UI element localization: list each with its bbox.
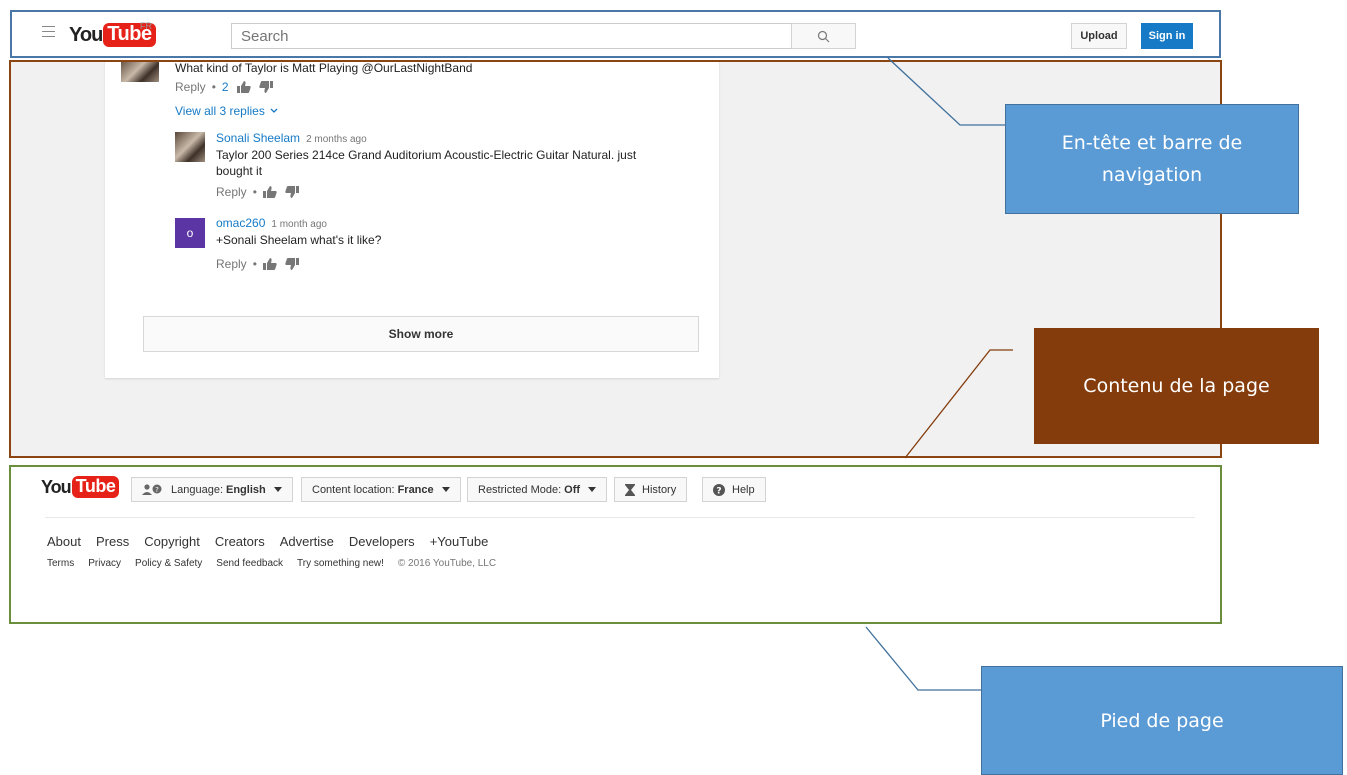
restricted-label: Restricted Mode: <box>478 483 562 496</box>
svg-text:?: ? <box>716 486 721 496</box>
footer-link-privacy[interactable]: Privacy <box>88 558 121 569</box>
language-picker-button[interactable]: ? Language: English <box>131 477 293 502</box>
logo-you-text: You <box>41 476 72 497</box>
caret-down-icon <box>273 487 282 492</box>
content-callout-label: Contenu de la page <box>1034 328 1319 444</box>
language-value: English <box>226 483 266 496</box>
logo-tube-text: Tube <box>71 476 120 498</box>
chevron-down-icon <box>270 108 278 113</box>
footer-link-creators[interactable]: Creators <box>215 534 265 549</box>
language-people-icon: ? <box>142 483 164 496</box>
reply-time[interactable]: 2 months ago <box>306 134 367 145</box>
view-replies-label: View all 3 replies <box>175 104 265 118</box>
view-all-replies-link[interactable]: View all 3 replies <box>175 104 278 118</box>
reply-author[interactable]: Sonali Sheelam <box>216 131 300 145</box>
show-more-button[interactable]: Show more <box>143 316 699 352</box>
footer-primary-links: About Press Copyright Creators Advertise… <box>47 534 503 549</box>
location-value: France <box>397 483 434 496</box>
footer-link-advertise[interactable]: Advertise <box>280 534 334 549</box>
comment-actions: Reply • 2 <box>175 80 281 94</box>
comments-card: What kind of Taylor is Matt Playing @Our… <box>105 61 719 378</box>
reply-actions: Reply • <box>216 185 307 199</box>
footer-link-about[interactable]: About <box>47 534 81 549</box>
help-question-icon: ? <box>713 483 725 496</box>
like-count: 2 <box>221 80 229 94</box>
reply-avatar-letter[interactable]: o <box>175 218 205 248</box>
reply-time[interactable]: 1 month ago <box>271 219 327 230</box>
restricted-value: Off <box>564 483 581 496</box>
help-label: Help <box>732 483 755 496</box>
sign-in-button[interactable]: Sign in <box>1141 23 1193 49</box>
logo-you-text: You <box>69 23 103 46</box>
footer-link-try-something-new[interactable]: Try something new! <box>297 558 384 569</box>
reply-avatar[interactable] <box>175 132 205 162</box>
search-button[interactable] <box>791 23 856 49</box>
reply-link[interactable]: Reply <box>175 80 206 94</box>
reply-author[interactable]: omac260 <box>216 216 265 230</box>
thumbs-down-icon[interactable] <box>258 81 273 93</box>
reply-text: +Sonali Sheelam what's it like? <box>216 233 382 247</box>
reply-header: Sonali Sheelam 2 months ago <box>216 131 367 145</box>
caret-down-icon <box>441 487 450 492</box>
header-callout-label: En-tête et barre de navigation <box>1005 104 1299 214</box>
history-label: History <box>642 483 677 496</box>
footer-link-terms[interactable]: Terms <box>47 558 74 569</box>
help-button[interactable]: ? Help <box>702 477 766 502</box>
upload-button[interactable]: Upload <box>1071 23 1127 49</box>
comment-text: What kind of Taylor is Matt Playing @Our… <box>175 61 473 75</box>
footer-secondary-links: Terms Privacy Policy & Safety Send feedb… <box>47 558 510 569</box>
search-input[interactable] <box>231 23 791 49</box>
footer-link-developers[interactable]: Developers <box>349 534 415 549</box>
history-button[interactable]: History <box>614 477 688 502</box>
annotated-screenshot: You Tube FR Upload Sign in What kind of … <box>0 0 1347 775</box>
location-label: Content location: <box>312 483 395 496</box>
svg-text:?: ? <box>155 486 159 494</box>
thumbs-down-icon[interactable] <box>285 186 299 198</box>
search-icon <box>817 30 830 42</box>
thumbs-up-icon[interactable] <box>236 81 251 93</box>
footer-callout-label: Pied de page <box>981 666 1343 775</box>
footer-link-press[interactable]: Press <box>96 534 129 549</box>
footer-connector-line <box>865 626 981 691</box>
language-label: Language: <box>171 483 223 496</box>
page-header: You Tube FR Upload Sign in <box>10 10 1221 58</box>
reply-link[interactable]: Reply <box>216 257 247 271</box>
copyright-notice: © 2016 YouTube, LLC <box>397 558 497 569</box>
footer-link-plus-youtube[interactable]: +YouTube <box>430 534 489 549</box>
hourglass-icon <box>625 483 635 496</box>
reply-link[interactable]: Reply <box>216 185 247 199</box>
commenter-avatar[interactable] <box>121 62 159 82</box>
restricted-mode-picker-button[interactable]: Restricted Mode: Off <box>467 477 608 502</box>
reply-header: omac260 1 month ago <box>216 216 327 230</box>
caret-down-icon <box>588 487 597 492</box>
reply-actions: Reply • <box>216 257 307 271</box>
footer-link-copyright[interactable]: Copyright <box>144 534 200 549</box>
footer-divider <box>45 517 1195 518</box>
country-code: FR <box>140 21 152 31</box>
thumbs-down-icon[interactable] <box>285 258 299 270</box>
footer-link-send-feedback[interactable]: Send feedback <box>216 558 283 569</box>
footer-youtube-logo[interactable]: You Tube <box>41 476 120 498</box>
page-footer: You Tube ? Language: English Content loc… <box>9 465 1222 624</box>
thumbs-up-icon[interactable] <box>262 258 277 270</box>
footer-link-policy-safety[interactable]: Policy & Safety <box>135 558 202 569</box>
reply-text: Taylor 200 Series 214ce Grand Auditorium… <box>216 148 637 178</box>
content-location-picker-button[interactable]: Content location: France <box>301 477 461 502</box>
thumbs-up-icon[interactable] <box>262 186 277 198</box>
hamburger-menu-icon[interactable] <box>42 26 55 37</box>
